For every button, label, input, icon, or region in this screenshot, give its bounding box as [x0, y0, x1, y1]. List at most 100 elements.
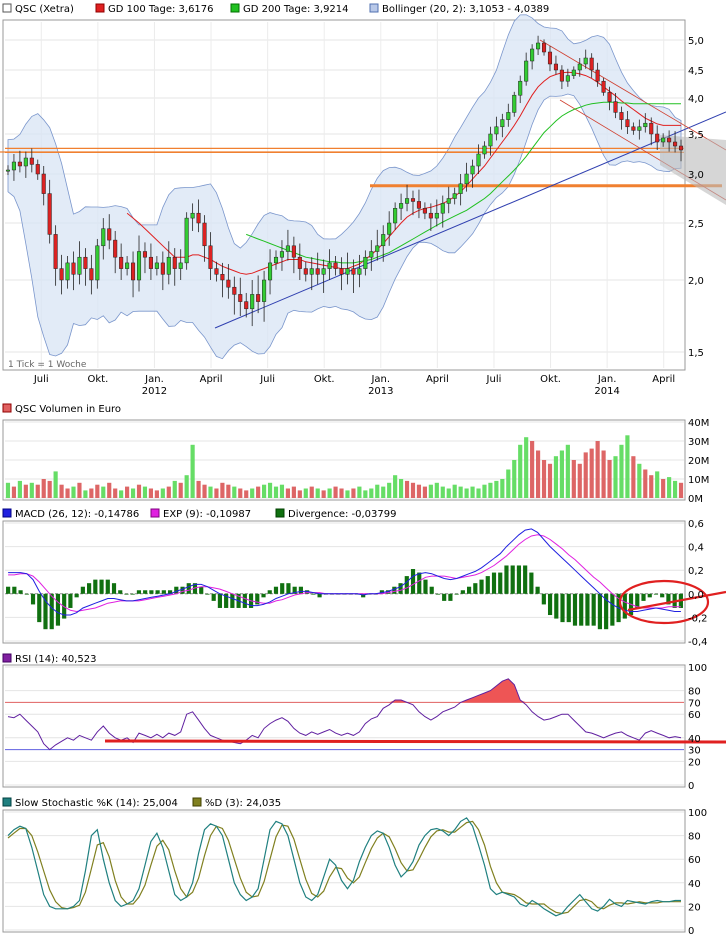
volume-bar: [190, 444, 195, 498]
candle-body: [136, 251, 142, 281]
volume-bar: [77, 482, 82, 498]
candle-body: [410, 198, 416, 202]
macd-divergence-bar: [286, 583, 291, 594]
macd-divergence-bar: [442, 593, 447, 601]
price-x-axis: Juli Okt. Jan.2012April Juli Okt. Jan.2013Apr…: [33, 374, 675, 397]
volume-bar: [196, 480, 201, 498]
volume-bar: [172, 480, 177, 498]
macd-divergence-bar: [523, 565, 528, 594]
volume-bar: [369, 488, 374, 498]
macd-divergence-bar: [529, 572, 534, 594]
stoch-panel: 100 80 60 40 20 0: [2, 808, 707, 937]
price-y-tick-label: 2,5: [688, 219, 704, 230]
volume-bar: [238, 488, 243, 498]
stoch-y-tick-label: 60: [688, 855, 701, 866]
macd-divergence-bar: [541, 593, 546, 605]
macd-panel: 0,6 0,4 0,2 0,0 -0,2 -0,4: [2, 519, 726, 648]
macd-divergence-bar: [423, 579, 428, 594]
volume-bar: [101, 486, 106, 498]
legend-label: RSI (14): 40,523: [15, 654, 97, 665]
legend-swatch: [150, 508, 160, 518]
price-x-tick-label: Okt.: [314, 374, 335, 385]
macd-divergence-bar: [311, 593, 316, 595]
candle-body: [571, 69, 576, 76]
volume-bar: [667, 477, 672, 498]
macd-divergence-bar: [585, 593, 590, 626]
candle-body: [160, 262, 165, 275]
candle-body: [643, 122, 648, 128]
candle-body: [184, 217, 189, 264]
volume-bar: [452, 484, 457, 498]
stock-chart-canvas: 5,04,54,03,53,02,52,01,5 Juli Okt. Jan.201…: [0, 3, 726, 937]
volume-bar: [297, 490, 302, 498]
candle-body: [119, 256, 124, 269]
volume-bar: [565, 444, 570, 498]
macd-divergence-bar: [404, 576, 409, 594]
volume-bar: [29, 482, 34, 498]
price-y-tick-label: 4,0: [688, 94, 704, 105]
stoch-y-tick-label: 100: [688, 808, 707, 819]
candle-body: [625, 119, 630, 128]
candle-body: [148, 256, 153, 269]
macd-divergence-bar: [398, 583, 403, 594]
candle-body: [649, 122, 654, 135]
volume-bar: [136, 484, 142, 498]
candle-body: [363, 256, 368, 269]
legend-label: MACD (26, 12): -0,14786: [15, 509, 139, 520]
candle-body: [607, 92, 612, 102]
volume-bar: [220, 482, 225, 498]
candle-body: [488, 133, 493, 147]
candle-body: [333, 262, 338, 269]
candle-body: [667, 137, 672, 143]
rsi-y-tick-label: 60: [688, 710, 701, 721]
volume-bar: [256, 486, 261, 498]
volume-bar: [577, 463, 582, 498]
rsi-y-axis: 100 807060 403020 0: [688, 663, 707, 792]
rsi-panel-frame: [2, 664, 686, 788]
price-x-tick-label: Okt.: [87, 374, 108, 385]
legend-label: Slow Stochastic %K (14): 25,004: [15, 798, 178, 809]
candle-body: [381, 234, 386, 247]
candle-body: [446, 198, 451, 204]
volume-bar: [476, 488, 481, 498]
macd-divergence-bar: [211, 593, 216, 601]
macd-divergence-bar: [504, 565, 509, 594]
candle-body: [518, 80, 523, 96]
volume-bar: [607, 460, 612, 498]
price-x-tick-year: 2013: [368, 386, 393, 397]
candle-body: [595, 69, 600, 82]
legend-swatch: [230, 3, 240, 13]
candle-body: [393, 208, 398, 224]
volume-bar: [214, 488, 219, 498]
macd-divergence-bar: [653, 593, 659, 595]
candle-body: [500, 119, 505, 128]
macd-divergence-bar: [161, 590, 166, 594]
macd-divergence-bar: [30, 593, 36, 605]
candle-body: [17, 161, 22, 167]
stoch-y-tick-label: 0: [688, 926, 694, 937]
legend-swatch: [369, 3, 379, 13]
volume-bar: [11, 486, 17, 498]
macd-divergence-bar: [429, 586, 434, 594]
macd-divergence-bar: [479, 579, 484, 594]
candle-body: [83, 256, 88, 269]
price-y-tick-label: 2,0: [688, 276, 704, 287]
price-y-tick-label: 4,5: [688, 66, 704, 77]
macd-divergence-bar: [641, 593, 646, 601]
volume-bar: [512, 460, 517, 498]
price-y-tick-label: 3,0: [688, 170, 704, 181]
legend-swatch: [275, 508, 285, 518]
volume-bar: [672, 480, 678, 498]
candle-body: [172, 256, 177, 269]
candle-body: [619, 112, 624, 120]
legend-swatch: [192, 797, 202, 807]
rsi-y-tick-label: 80: [688, 687, 701, 698]
volume-bar: [464, 488, 469, 498]
legend-label: GD 200 Tage: 3,9214: [243, 4, 349, 15]
volume-bar: [65, 488, 70, 498]
volume-bar: [226, 484, 231, 498]
candle-body: [613, 101, 618, 113]
candle-body: [351, 268, 356, 275]
volume-bar: [518, 444, 523, 498]
macd-divergence-bar: [485, 576, 490, 594]
